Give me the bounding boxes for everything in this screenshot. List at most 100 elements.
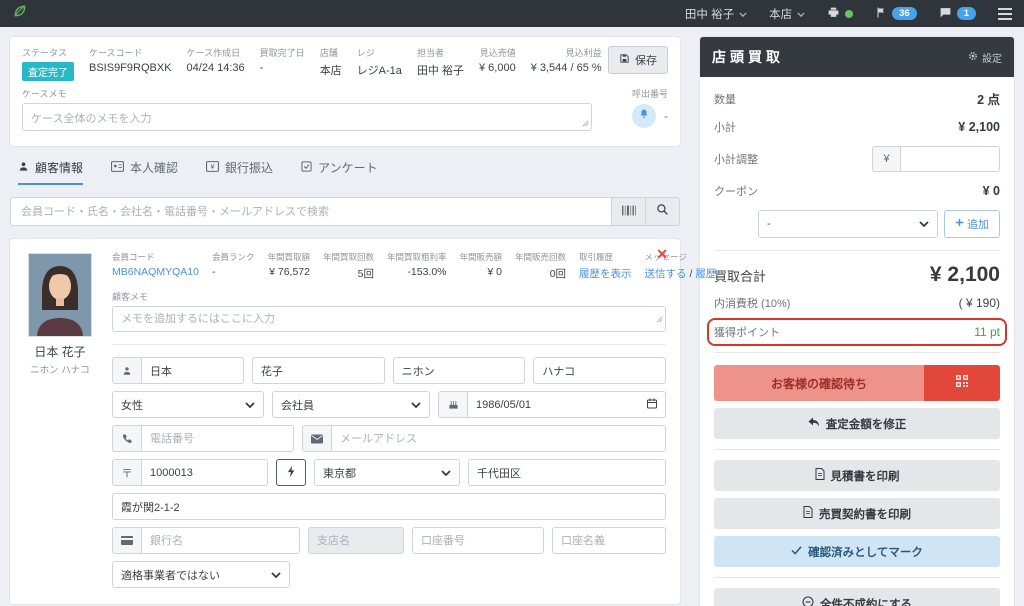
mark-confirmed-button[interactable]: 確認済みとしてマーク [714,536,1000,567]
bank-yen-icon: ¥ [206,160,220,175]
app-logo[interactable] [12,3,28,24]
first-name-kana-field[interactable] [533,357,667,384]
qr-code-button[interactable] [924,365,1000,401]
account-number-field[interactable] [412,527,544,554]
case-memo-label: ケースメモ [22,89,67,99]
user-name: 田中 裕子 [684,8,735,21]
settings-button[interactable]: 設定 [968,50,1002,65]
print-contract-button[interactable]: 売買契約書を印刷 [714,498,1000,529]
call-bell-button[interactable] [632,104,656,128]
tab-customer-info[interactable]: 顧客情報 [18,159,84,185]
case-store: 店舗 本店 [319,48,342,77]
lightning-icon [287,465,296,481]
resize-handle-icon[interactable] [582,114,589,132]
quantity-label: 数量 [714,93,736,106]
flag-count-badge: 36 [892,7,917,20]
message-history-link[interactable]: 履歴 [695,268,716,280]
city-field[interactable] [468,459,666,486]
save-button[interactable]: 保存 [608,46,668,74]
revise-assessment-button[interactable]: 査定金額を修正 [714,408,1000,439]
document-icon [815,468,825,483]
last-name-kana-field[interactable] [392,357,526,384]
customer-memo-input[interactable] [112,306,666,332]
user-menu[interactable]: 田中 裕子 [685,6,747,22]
notifications-flag[interactable]: 36 [875,6,917,22]
status-badge: 査定完了 [22,62,74,81]
id-card-icon [111,160,125,175]
leaf-icon [12,3,28,24]
case-memo-input[interactable] [22,103,592,131]
minus-circle-icon [802,596,814,606]
resize-handle-icon[interactable] [656,310,663,328]
last-name-field[interactable] [141,357,244,384]
occupation-select[interactable]: 会社員 [272,391,430,418]
checkbox-icon [301,160,312,175]
user-icon [18,161,29,175]
top-navbar: 田中 裕子 本店 36 1 [0,0,1024,27]
adjustment-label: 小計調整 [714,154,758,166]
purchase-panel: 店頭買取 設定 数量 2 点 小計 ¥ 2,100 小計調整 ¥ クーポン ¥ … [700,37,1014,606]
barcode-scan-button[interactable] [612,197,646,226]
bell-icon [638,107,650,125]
phone-field[interactable] [141,425,294,452]
bank-name-field[interactable] [141,527,300,554]
store-menu[interactable]: 本店 [769,6,805,22]
calendar-icon[interactable] [646,397,658,415]
quantity-value: 2 点 [977,93,1000,107]
address-field[interactable] [112,493,666,520]
coupon-label: クーポン [714,186,758,198]
tab-bank-transfer[interactable]: ¥ 銀行振込 [206,159,273,185]
postal-code-field[interactable] [141,459,268,486]
check-icon [791,545,802,558]
account-holder-field[interactable] [552,527,666,554]
case-code: ケースコード BSIS9F9RQBXK [89,48,172,74]
message-send-link[interactable]: 送信する [645,268,687,280]
tab-identity-check[interactable]: 本人確認 [111,159,178,185]
case-expected-price: 見込売値 ¥ 6,000 [479,48,516,74]
prefecture-select[interactable]: 東京都 [314,459,460,486]
customer-stats: 会員コード MB6NAQMYQA10 会員ランク - 年間買取額 ¥ 76,57… [112,251,716,281]
plus-icon [955,218,964,230]
case-expected-profit: 見込利益 ¥ 3,544 / 65 % [530,48,602,74]
stat-annual-sales-amount: 年間販売額 ¥ 0 [459,252,503,278]
search-button[interactable] [646,197,680,226]
first-name-field[interactable] [251,357,385,384]
chevron-down-icon [441,469,451,476]
branch-name-field [308,527,404,554]
case-staff: 担当者 田中 裕子 [416,48,464,77]
stat-annual-buy-count: 年間買取回数 5回 [322,252,374,280]
customer-search-input[interactable] [10,197,612,226]
birthday-field[interactable] [467,391,666,418]
confirmation-status-button[interactable]: お客様の確認待ち [714,365,1000,401]
stat-member-code: 会員コード MB6NAQMYQA10 [112,252,199,278]
email-field[interactable] [331,425,666,452]
messages-menu[interactable]: 1 [939,6,976,22]
case-fields: ステータス 査定完了 ケースコード BSIS9F9RQBXK ケース作成日 04… [22,46,608,81]
barcode-icon [621,203,636,221]
document-icon [803,506,813,521]
hamburger-menu[interactable] [998,7,1012,20]
gender-select[interactable]: 女性 [112,391,264,418]
tax-value: ( ¥ 190) [958,296,1000,310]
cancel-all-button[interactable]: 全件不成約にする [714,588,1000,606]
customer-photo [28,253,92,337]
case-status: ステータス 査定完了 [22,46,74,81]
printer-status[interactable] [827,6,854,22]
print-quote-button[interactable]: 見積書を印刷 [714,460,1000,491]
chevron-down-icon [271,571,281,578]
coupon-select[interactable]: - [758,210,938,238]
tab-survey[interactable]: アンケート [301,159,378,185]
history-show-link[interactable]: 履歴を表示 [579,268,632,280]
adjustment-input[interactable] [900,146,1000,172]
add-coupon-button[interactable]: 追加 [944,210,1000,238]
phone-icon [112,425,141,452]
subtotal-value: ¥ 2,100 [958,120,1000,134]
member-code-link[interactable]: MB6NAQMYQA10 [112,266,199,278]
stat-annual-buy-amount: 年間買取額 ¥ 76,572 [267,252,310,278]
points-label: 獲得ポイント [714,327,780,339]
address-lookup-button[interactable] [276,459,306,486]
close-icon[interactable]: ✕ [656,247,668,261]
user-icon [112,357,141,384]
envelope-icon [302,425,331,452]
invoice-status-select[interactable]: 適格事業者ではない [112,561,290,588]
